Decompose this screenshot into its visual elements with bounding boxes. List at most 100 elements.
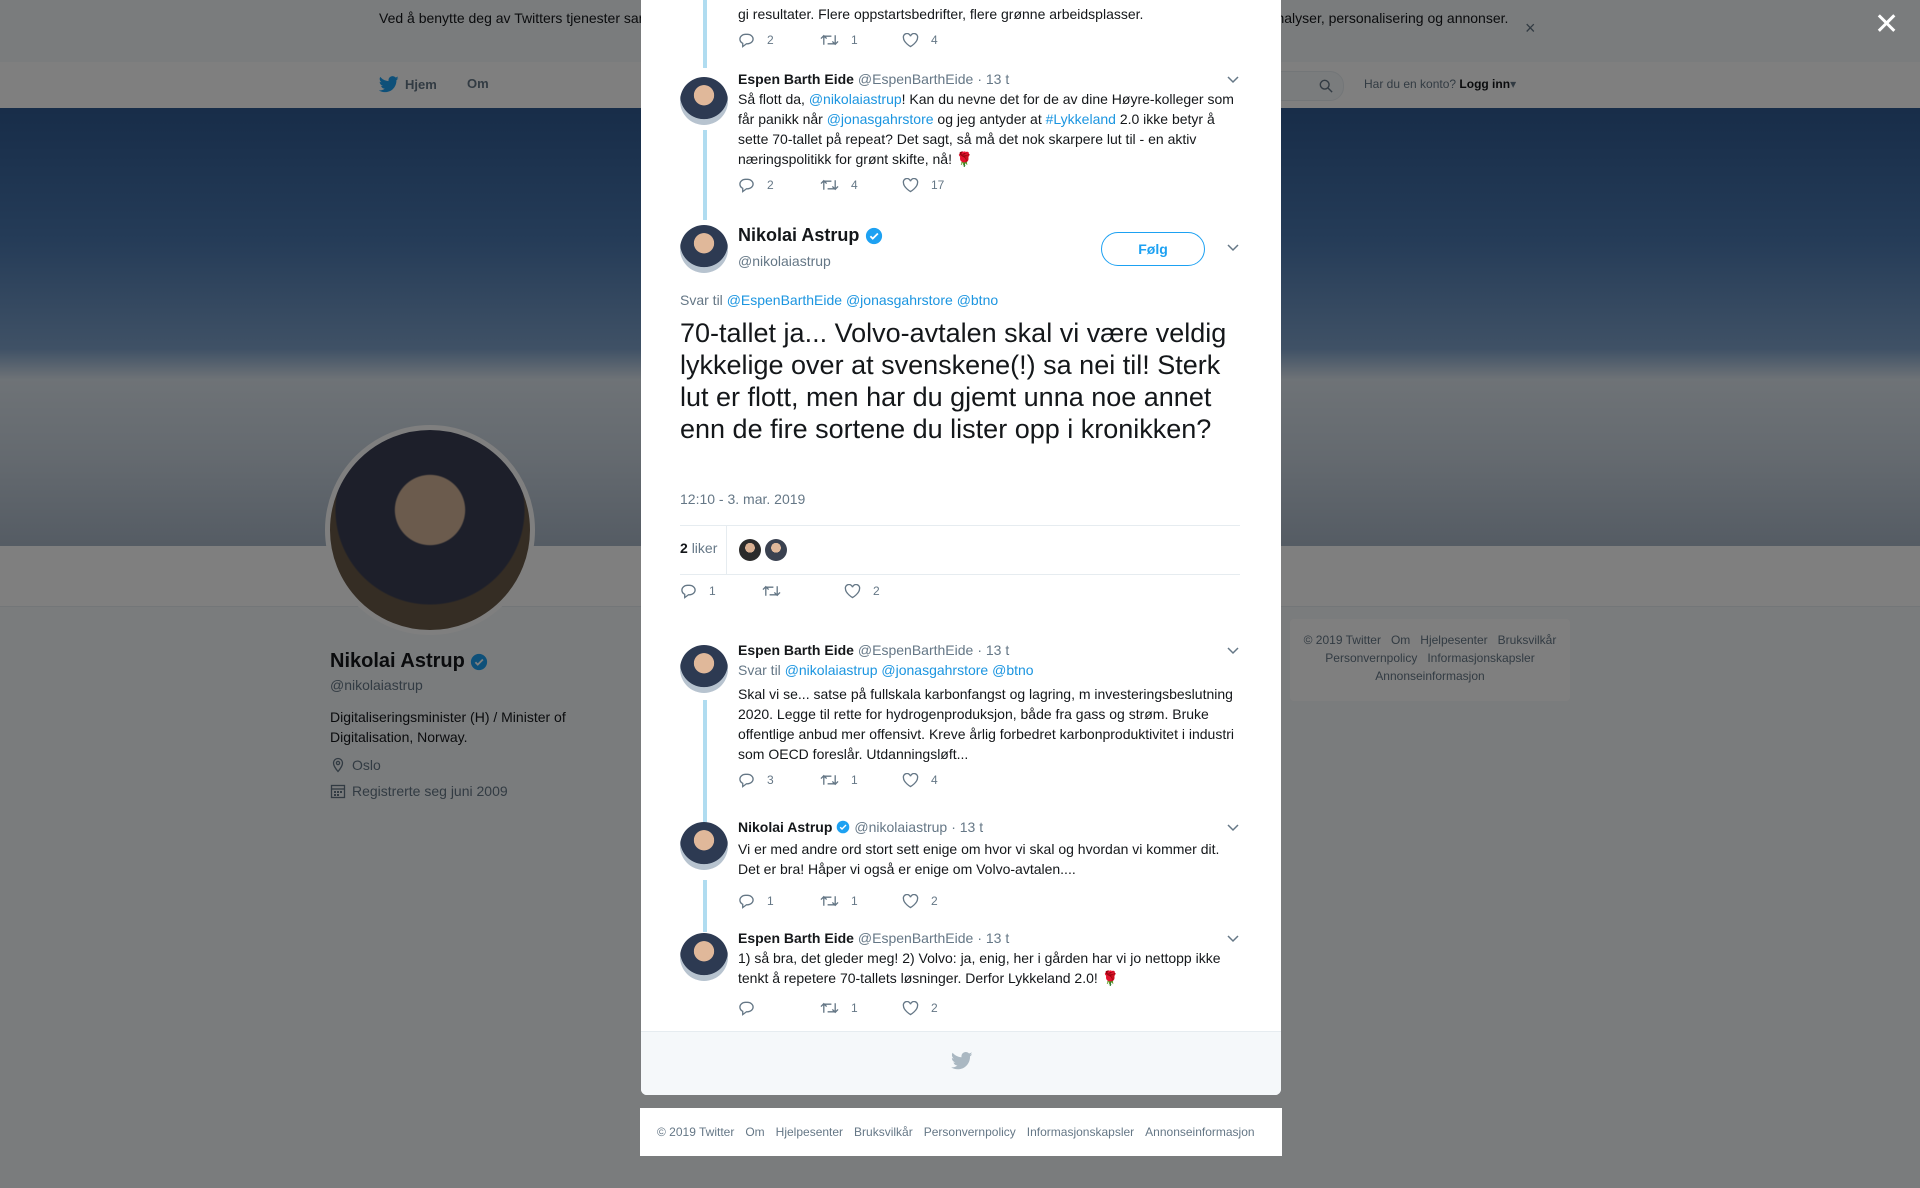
reply-icon (739, 894, 754, 909)
like-count: 2 (873, 584, 880, 598)
avatar[interactable] (680, 933, 728, 981)
page-footer: © 2019 Twitter Om Hjelpesenter Bruksvilk… (640, 1108, 1282, 1156)
avatar[interactable] (765, 539, 787, 561)
avatar[interactable] (739, 539, 761, 561)
tweet-time[interactable]: · 13 t (977, 71, 1009, 87)
heart-icon (902, 893, 919, 908)
heart-icon (902, 772, 919, 787)
retweet-button[interactable]: 1 (820, 33, 902, 47)
like-button[interactable]: 4 (902, 772, 984, 788)
like-count: 2 (931, 1001, 938, 1015)
author-name[interactable]: Espen Barth Eide (738, 71, 854, 87)
close-modal-icon[interactable]: ✕ (1874, 10, 1899, 40)
mention-link[interactable]: @btno (992, 662, 1033, 678)
reply-icon (739, 178, 754, 193)
retweet-button[interactable]: 1 (820, 1001, 902, 1015)
tweet-text: Vi er med andre ord stort sett enige om … (738, 841, 1220, 877)
author-handle[interactable]: @EspenBarthEide (858, 930, 973, 946)
reply-to-line: Svar til @nikolaiastrup @jonasgahrstore … (738, 662, 1238, 678)
modal-footer (641, 1031, 1281, 1095)
reply-count: 1 (767, 894, 774, 908)
like-button[interactable]: 2 (902, 893, 984, 909)
verified-icon (837, 820, 850, 834)
author-handle[interactable]: @EspenBarthEide (858, 71, 973, 87)
author-name[interactable]: Espen Barth Eide (738, 930, 854, 946)
author-handle[interactable]: @EspenBarthEide (858, 642, 973, 658)
mention-link[interactable]: @EspenBarthEide (727, 292, 842, 308)
tweet-actions: 3 1 4 (738, 772, 1238, 788)
thread-line (703, 130, 707, 220)
likes-stat[interactable]: 2 liker (680, 540, 717, 556)
reply-button[interactable] (738, 1000, 820, 1016)
like-button[interactable]: 4 (902, 32, 984, 48)
heart-icon (902, 1000, 919, 1015)
retweet-button[interactable] (762, 583, 844, 599)
like-button[interactable]: 17 (902, 177, 984, 193)
reply-button[interactable]: 2 (738, 32, 820, 48)
tweet-header: Nikolai Astrup @nikolaiastrup · 13 t (738, 819, 1238, 835)
footer-terms[interactable]: Bruksvilkår (854, 1125, 913, 1139)
mention-link[interactable]: @nikolaiastrup (785, 662, 878, 678)
footer-about[interactable]: Om (745, 1125, 764, 1139)
chevron-down-icon[interactable] (1226, 823, 1240, 833)
mention-link[interactable]: @nikolaiastrup (809, 91, 902, 107)
footer-copyright: © 2019 Twitter (657, 1125, 735, 1139)
tweet-time[interactable]: · 13 t (977, 930, 1009, 946)
like-button[interactable]: 2 (902, 1000, 984, 1016)
tweet-time[interactable]: · 13 t (977, 642, 1009, 658)
retweet-icon (820, 34, 839, 46)
like-count: 2 (931, 894, 938, 908)
author-handle[interactable]: @nikolaiastrup (854, 819, 947, 835)
text-segment: og jeg antyder at (933, 111, 1046, 127)
retweet-button[interactable]: 1 (820, 894, 902, 908)
reply-button[interactable]: 3 (738, 772, 820, 788)
chevron-down-icon[interactable] (1226, 75, 1240, 85)
author-handle[interactable]: @nikolaiastrup (738, 253, 831, 269)
footer-ads[interactable]: Annonseinformasjon (1145, 1125, 1254, 1139)
reply-button[interactable]: 1 (738, 893, 820, 909)
footer-privacy[interactable]: Personvernpolicy (924, 1125, 1016, 1139)
avatar[interactable] (680, 822, 728, 870)
mention-link[interactable]: @jonasgahrstore (881, 662, 988, 678)
retweet-icon (820, 1002, 839, 1014)
mention-link[interactable]: @jonasgahrstore (846, 292, 953, 308)
tweet-timestamp[interactable]: 12:10 - 3. mar. 2019 (680, 491, 805, 507)
footer-help[interactable]: Hjelpesenter (776, 1125, 843, 1139)
hashtag-link[interactable]: #Lykkeland (1046, 111, 1116, 127)
footer-cookies[interactable]: Informasjonskapsler (1027, 1125, 1134, 1139)
mention-link[interactable]: @jonasgahrstore (827, 111, 934, 127)
reply-button[interactable]: 1 (680, 583, 762, 599)
like-button[interactable]: 2 (844, 583, 926, 599)
reply-icon (739, 1001, 754, 1016)
avatar[interactable] (680, 225, 728, 273)
tweet-stats: 2 liker (680, 525, 1240, 575)
reply-to-line: Svar til @EspenBarthEide @jonasgahrstore… (680, 292, 998, 308)
tweet-actions: 2 4 17 (738, 177, 1238, 193)
retweet-button[interactable]: 4 (820, 178, 902, 192)
author-name[interactable]: Nikolai Astrup (738, 819, 832, 835)
avatar[interactable] (680, 645, 728, 693)
chevron-down-icon[interactable] (1226, 934, 1240, 944)
reply-count: 1 (709, 584, 716, 598)
reply-icon (739, 773, 754, 788)
chevron-down-icon[interactable] (1226, 646, 1240, 656)
tweet-text: Skal vi se... satse på fullskala karbonf… (738, 686, 1234, 762)
retweet-button[interactable]: 1 (820, 773, 902, 787)
retweet-icon (820, 774, 839, 786)
verified-icon (866, 227, 883, 244)
tweet-time[interactable]: · 13 t (951, 819, 983, 835)
reply-button[interactable]: 2 (738, 177, 820, 193)
mention-link[interactable]: @btno (957, 292, 998, 308)
follow-button[interactable]: Følg (1101, 232, 1205, 266)
focus-tweet-text: 70-tallet ja... Volvo-avtalen skal vi væ… (680, 318, 1227, 444)
avatar[interactable] (680, 77, 728, 125)
retweet-icon (820, 895, 839, 907)
author-name[interactable]: Nikolai Astrup (738, 225, 859, 246)
chevron-down-icon[interactable] (1226, 243, 1240, 253)
heart-icon (902, 177, 919, 192)
tweet-header: Espen Barth Eide @EspenBarthEide · 13 t (738, 930, 1238, 946)
heart-icon (902, 32, 919, 47)
tweet-body: Nikolai Astrup @nikolaiastrup · 13 t Vi … (738, 819, 1238, 909)
author-name[interactable]: Espen Barth Eide (738, 642, 854, 658)
text-segment: Så flott da, (738, 91, 809, 107)
